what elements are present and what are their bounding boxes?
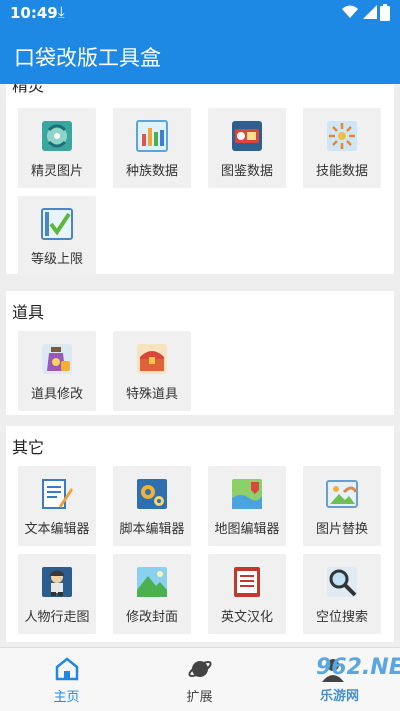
nav-extensions-label: 扩展: [186, 690, 213, 705]
pokedex-icon: [232, 121, 262, 151]
tile-pokedex-data[interactable]: 图鉴数据: [208, 108, 286, 188]
character-sprite-icon: [42, 567, 72, 597]
document-list-icon: [234, 567, 260, 597]
section-items: 道具 道具修改 特殊道具: [6, 291, 394, 415]
tile-label: 英文汉化: [220, 610, 273, 625]
section-sprite: 精灵 精灵图片 种族数据 图鉴数据 技能数据 等级上限: [6, 84, 394, 276]
tile-label: 等级上限: [30, 252, 83, 267]
tile-text-editor[interactable]: 文本编辑器: [18, 466, 96, 546]
wifi-icon: [342, 5, 358, 18]
section-title-items: 道具: [12, 303, 45, 322]
pokemon-image-icon: [42, 121, 72, 151]
tile-level-cap[interactable]: 等级上限: [18, 196, 96, 276]
signal-icon: [363, 5, 377, 19]
tile-label: 技能数据: [315, 164, 368, 179]
section-title-other: 其它: [12, 438, 45, 457]
site-watermark: 962.NET 乐游网: [308, 655, 400, 710]
tile-label: 图鉴数据: [220, 164, 273, 179]
app-bar: 口袋改版工具盒: [0, 28, 400, 84]
status-bar: 10:49 ⤓: [0, 0, 400, 28]
section-other: 其它 文本编辑器 脚本编辑器 地图编辑器 图片替换 人物行走图 修改封面 英文汉…: [6, 426, 394, 642]
tile-sprite-image[interactable]: 精灵图片: [18, 108, 96, 188]
level-check-icon: [41, 208, 73, 240]
home-icon: [55, 657, 79, 681]
magnifier-icon: [327, 567, 357, 597]
tile-english-localize[interactable]: 英文汉化: [208, 554, 286, 634]
tile-special-item[interactable]: 特殊道具: [113, 331, 191, 411]
main-content[interactable]: 精灵 精灵图片 种族数据 图鉴数据 技能数据 等级上限 道具 道具修改 特殊道具…: [0, 84, 400, 647]
tile-label: 地图编辑器: [214, 522, 280, 537]
skill-burst-icon: [327, 121, 357, 151]
tile-label: 空位搜索: [315, 610, 368, 625]
status-time: 10:49: [10, 4, 58, 22]
tile-label: 特殊道具: [125, 387, 178, 402]
battery-icon: [380, 4, 390, 21]
tile-label: 脚本编辑器: [119, 522, 185, 537]
image-replace-icon: [326, 480, 358, 508]
app-title: 口袋改版工具盒: [14, 46, 161, 70]
tile-label: 道具修改: [30, 387, 83, 402]
gears-icon: [137, 479, 167, 509]
landscape-icon: [137, 567, 167, 597]
watermark-sub: 乐游网: [320, 689, 360, 704]
tile-race-data[interactable]: 种族数据: [113, 108, 191, 188]
planet-icon: [188, 661, 212, 677]
nav-extensions[interactable]: 扩展: [133, 648, 266, 711]
bar-chart-icon: [136, 120, 168, 152]
treasure-chest-icon: [137, 344, 167, 374]
map-icon: [232, 479, 262, 509]
tile-label: 种族数据: [125, 164, 178, 179]
watermark-brand: 962.NET: [316, 655, 400, 680]
tile-label: 人物行走图: [24, 610, 90, 625]
potion-icon: [42, 344, 72, 374]
tile-character-walk[interactable]: 人物行走图: [18, 554, 96, 634]
download-icon: ⤓: [58, 3, 65, 21]
tile-script-editor[interactable]: 脚本编辑器: [113, 466, 191, 546]
tile-skill-data[interactable]: 技能数据: [303, 108, 381, 188]
section-title-sprite: 精灵: [12, 84, 45, 95]
tile-label: 精灵图片: [30, 164, 83, 179]
text-edit-icon: [42, 479, 73, 509]
tile-label: 文本编辑器: [24, 522, 90, 537]
tile-label: 图片替换: [315, 522, 368, 537]
tile-image-replace[interactable]: 图片替换: [303, 466, 381, 546]
tile-edit-cover[interactable]: 修改封面: [113, 554, 191, 634]
tile-blank-search[interactable]: 空位搜索: [303, 554, 381, 634]
tile-label: 修改封面: [125, 610, 178, 625]
nav-home-label: 主页: [53, 690, 80, 705]
tile-item-edit[interactable]: 道具修改: [18, 331, 96, 411]
nav-home[interactable]: 主页: [0, 648, 133, 711]
tile-map-editor[interactable]: 地图编辑器: [208, 466, 286, 546]
